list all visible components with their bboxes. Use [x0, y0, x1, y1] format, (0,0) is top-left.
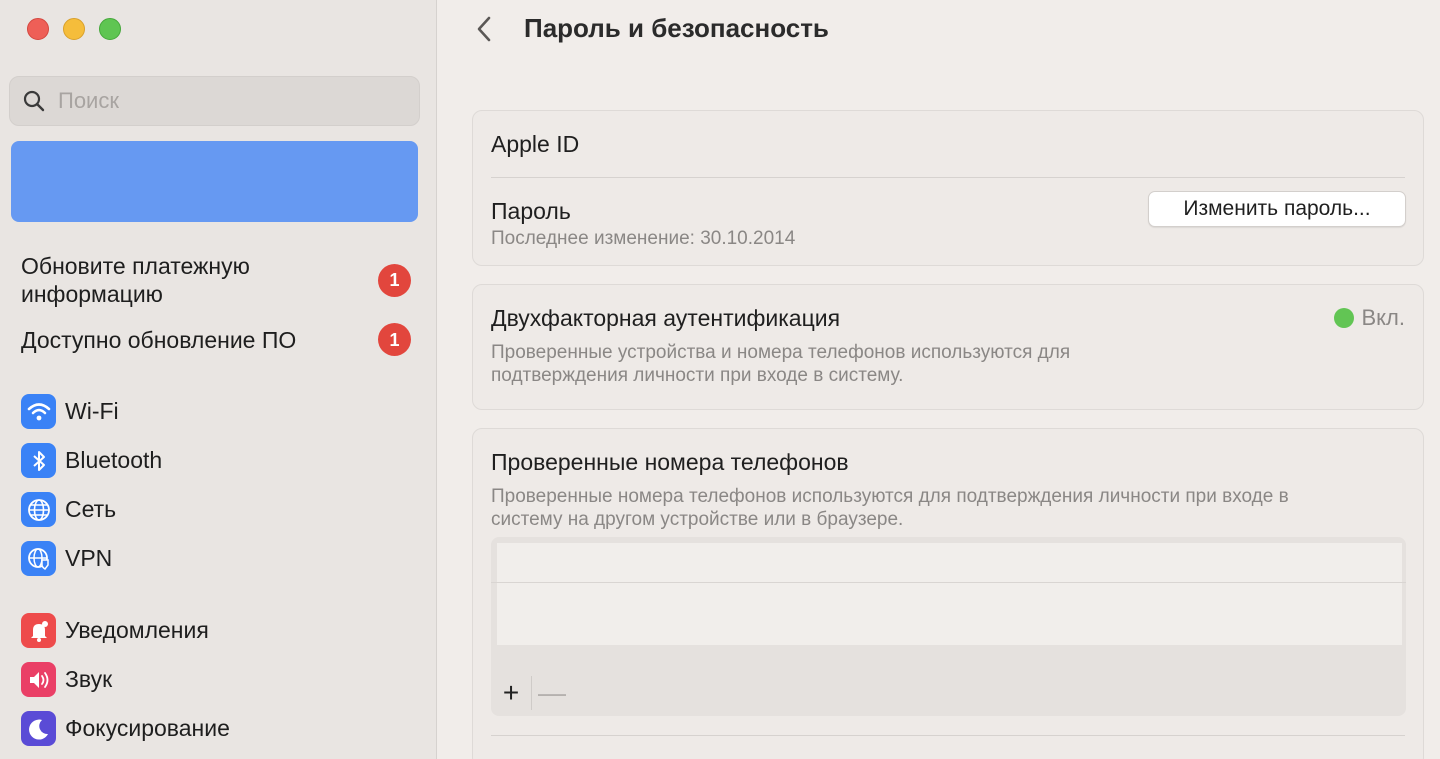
sidebar-item-label: Wi-Fi: [65, 398, 119, 424]
status-dot-icon: [1333, 308, 1354, 328]
divider: [491, 735, 1405, 736]
trusted-phones-label: Проверенные номера телефонов: [491, 449, 849, 475]
sidebar-item-notifications[interactable]: Уведомления: [21, 613, 209, 648]
speaker-icon: [21, 662, 56, 697]
back-chevron-icon[interactable]: [472, 14, 496, 44]
notice-label: Доступно обновление ПО: [21, 326, 297, 353]
moon-icon: [21, 711, 56, 746]
sidebar-item-label: Фокусирование: [65, 715, 230, 741]
minimize-window-button[interactable]: [63, 18, 85, 40]
two-factor-label: Двухфакторная аутентификация: [491, 305, 841, 331]
sidebar: Обновите платежную информацию 1 Доступно…: [0, 0, 437, 759]
close-window-button[interactable]: [27, 18, 49, 40]
sidebar-item-label: Сеть: [65, 496, 117, 522]
list-controls: + —: [491, 670, 572, 716]
trusted-phones-list[interactable]: + —: [491, 537, 1406, 716]
trusted-phones-card: Проверенные номера телефонов Проверенные…: [472, 428, 1424, 759]
two-factor-description-line2: подтверждения личности при входе в систе…: [491, 365, 904, 386]
globe-icon: [21, 492, 56, 527]
zoom-window-button[interactable]: [99, 18, 121, 40]
settings-window: Обновите платежную информацию 1 Доступно…: [0, 0, 1440, 759]
sidebar-item-bluetooth[interactable]: Bluetooth: [21, 443, 162, 478]
bell-icon: [21, 613, 56, 648]
sidebar-item-label: Уведомления: [65, 617, 209, 643]
password-label: Пароль: [491, 198, 571, 224]
bluetooth-icon: [21, 443, 56, 478]
wifi-icon: [21, 394, 56, 429]
toolbar: Пароль и безопасность: [437, 0, 1440, 60]
apple-id-label: Apple ID: [491, 131, 580, 157]
search-icon: [23, 90, 45, 112]
sidebar-item-focus[interactable]: Фокусирование: [21, 711, 230, 746]
add-phone-button[interactable]: +: [491, 673, 531, 713]
divider: [491, 582, 1406, 583]
two-factor-status: Вкл.: [1333, 305, 1406, 331]
two-factor-description-line1: Проверенные устройства и номера телефоно…: [491, 342, 1071, 363]
trusted-phones-description-line2: систему на другом устройстве или в брауз…: [491, 509, 904, 530]
search-input[interactable]: [58, 88, 378, 114]
apple-account-card[interactable]: [11, 141, 418, 222]
two-factor-card: Двухфакторная аутентификация Вкл. Провер…: [472, 284, 1424, 410]
notification-badge: 1: [378, 323, 411, 356]
main-pane: Пароль и безопасность Apple ID Пароль По…: [437, 0, 1440, 759]
traffic-lights: [27, 18, 121, 40]
notification-badge: 1: [378, 263, 411, 297]
trusted-phones-description-line1: Проверенные номера телефонов используютс…: [491, 486, 1289, 507]
account-security-card: Apple ID Пароль Последнее изменение: 30.…: [472, 110, 1424, 266]
vpn-globe-icon: [21, 541, 56, 576]
sidebar-item-wifi[interactable]: Wi-Fi: [21, 394, 119, 429]
notice-payment-info[interactable]: Обновите платежную информацию 1: [21, 252, 421, 308]
page-title: Пароль и безопасность: [524, 13, 829, 43]
sidebar-item-label: Звук: [65, 666, 113, 692]
sidebar-item-vpn[interactable]: VPN: [21, 541, 112, 576]
status-text: Вкл.: [1361, 305, 1406, 330]
password-last-changed: Последнее изменение: 30.10.2014: [491, 228, 796, 249]
sidebar-item-sound[interactable]: Звук: [21, 662, 112, 697]
change-password-button[interactable]: Изменить пароль...: [1148, 191, 1406, 227]
remove-phone-button[interactable]: —: [532, 673, 572, 713]
list-item[interactable]: [497, 543, 1402, 645]
notice-software-update[interactable]: Доступно обновление ПО 1: [21, 323, 421, 356]
divider: [491, 177, 1405, 178]
sidebar-item-network[interactable]: Сеть: [21, 492, 116, 527]
sidebar-item-label: VPN: [65, 545, 113, 571]
search-field[interactable]: [9, 76, 420, 126]
notice-label: Обновите платежную информацию: [21, 253, 250, 307]
sidebar-item-label: Bluetooth: [65, 447, 163, 473]
